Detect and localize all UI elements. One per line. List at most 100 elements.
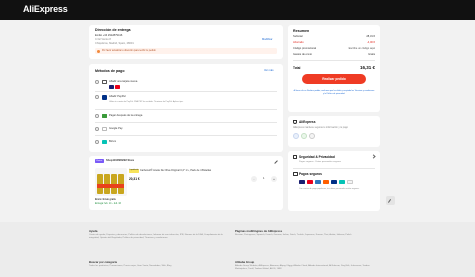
security-title[interactable]: Seguridad & Privacidad [299, 155, 335, 159]
payment-method-label: Añadir PayPal [109, 94, 126, 98]
footer-col-title: Buscar por categoría [89, 260, 117, 264]
product-clearance-badge-text: Liquidación [129, 168, 139, 171]
divider [95, 122, 277, 123]
payment-method-bizum[interactable]: Bizum [89, 138, 283, 146]
bizum-badge [339, 180, 345, 184]
maestro-badge [323, 180, 329, 184]
summary-label: Código promocional [293, 47, 317, 50]
payment-method-label: Google Pay [109, 126, 123, 130]
plus-button[interactable]: + [271, 176, 277, 182]
pencil-icon [387, 198, 392, 203]
divider [293, 60, 375, 61]
radio[interactable] [95, 95, 99, 99]
floating-edit-button[interactable] [386, 196, 395, 205]
promo-code-input[interactable]: Escribe un código aquí [349, 47, 375, 51]
footer-col-title: Alibaba Group [235, 260, 255, 264]
store-choice-badge: Choice [95, 159, 104, 163]
address-city: Chiquiticos, Madrid, Spain, 28001 [95, 42, 134, 45]
radio[interactable] [95, 127, 99, 131]
footer-col-text[interactable]: Todos los productos, Promociones, Precio… [89, 265, 229, 268]
footer-col-text[interactable]: Russian, Portuguese, Spanish, French, Ge… [235, 234, 375, 237]
radio[interactable] [95, 140, 99, 144]
summary-label: Subtotal [293, 35, 303, 38]
summary-label: Gastos de envío [293, 53, 312, 56]
payment-view-all-link[interactable]: Ver más [264, 69, 274, 73]
payment-method-pay-later[interactable]: Pagar después de la entrega [89, 112, 283, 120]
payment-method-label: Pagar después de la entrega [109, 113, 143, 117]
address-warning: Por favor actualiza tu dirección para re… [95, 48, 277, 54]
quantity-value[interactable]: 1 [263, 177, 264, 181]
product-clearance-badge: Liquidación [129, 169, 139, 173]
amex-badge [315, 180, 321, 184]
payment-method-label: Añadir una tarjeta nueva [109, 79, 138, 83]
quantity-stepper: − 1 + [251, 176, 277, 182]
visa-badge [299, 180, 305, 184]
footer: Ayuda Centro de ayuda, Disputas y denunc… [0, 222, 475, 277]
divider [95, 109, 277, 110]
footer-col-text[interactable]: Alibaba Group Website, AliExpress, Alima… [235, 265, 375, 272]
product-title[interactable]: Carbonell® Aceite De Oliva Original 0,4°… [140, 169, 211, 173]
gpay-badge [347, 180, 353, 184]
edit-icon[interactable] [272, 158, 278, 164]
payment-title: Métodos de pago [95, 69, 125, 73]
paypal-icon [102, 94, 107, 100]
security-sub: Pagos seguros · Datos personales seguros [299, 161, 341, 163]
google-pay-icon [102, 127, 107, 131]
footer-col-title: Páginas multilingües de AliExpress [235, 229, 283, 233]
minus-button[interactable]: − [251, 176, 257, 182]
divider [293, 168, 375, 169]
summary-legal: Al hacer clic en Realizar pedido, confir… [293, 90, 375, 95]
summary-value: 28,31 € [366, 35, 375, 38]
place-order-button[interactable]: Realizar pedido [302, 74, 366, 84]
mastercard-badge [115, 85, 120, 89]
payment-card: Métodos de pago Ver más Añadir una tarje… [89, 64, 283, 152]
trust-title: AliExpress [299, 119, 316, 124]
payment-method-paypal[interactable]: Añadir PayPal Utiliza tu cuenta de PayPa… [89, 93, 283, 107]
item-card: Choice Shop1104663292 Store Liquidación … [89, 156, 283, 210]
store-name[interactable]: Shop1104663292 Store [106, 159, 134, 163]
product-price: 20,31 € [129, 177, 140, 181]
total-label: Total [293, 66, 301, 70]
trust-text: AliExpress mantiene seguras tu informaci… [293, 127, 348, 129]
payment-method-new-card[interactable]: Añadir una tarjeta nueva [89, 78, 283, 90]
summary-label: Ahorrado [293, 41, 304, 44]
summary-value: Gratis [368, 53, 375, 56]
payment-method-google-pay[interactable]: Google Pay [89, 125, 283, 133]
radio[interactable] [95, 114, 99, 118]
summary-title: Resumen [293, 29, 310, 33]
visa-badge [109, 85, 114, 89]
secure-payments-text: Con socios de pago populares, tus datos … [299, 188, 360, 190]
address-warning-text: Por favor actualiza tu dirección para re… [102, 49, 156, 52]
trust-card: AliExpress AliExpress mantiene seguras t… [288, 116, 380, 147]
footer-col-text[interactable]: Centro de ayuda, Disputas y denuncias, P… [89, 234, 229, 241]
delivery-shipping: Envío: Envío gratis [95, 199, 116, 201]
product-image[interactable] [95, 168, 127, 196]
card-icon [102, 80, 107, 84]
trust-logo-icon [301, 133, 307, 139]
bizum-icon [102, 140, 107, 144]
trust-logo-icon [309, 133, 315, 139]
address-card: Dirección de entrega Emilio +34 29128794… [89, 25, 283, 59]
chevron-right-icon[interactable] [371, 154, 376, 159]
footer-col-title: Ayuda [89, 229, 98, 233]
divider [95, 135, 277, 136]
total-value: 16,31 € [359, 65, 375, 70]
top-header: AliExpress [0, 0, 475, 20]
card-icon [293, 172, 298, 176]
summary-card: Resumen Subtotal 28,31 € Ahorrado -4,00 … [288, 25, 380, 112]
divider [95, 91, 277, 92]
info-icon [97, 49, 100, 53]
delivery-date: Entrega: feb. 14 – feb. 16 [95, 203, 121, 205]
radio[interactable] [95, 80, 99, 84]
paypal-badge [331, 180, 337, 184]
mastercard-badge [307, 180, 313, 184]
shield-icon [293, 120, 297, 124]
address-change-link[interactable]: Modificar [262, 38, 273, 42]
aliexpress-logo[interactable]: AliExpress [23, 4, 68, 14]
lock-icon [293, 155, 297, 159]
place-order-label: Realizar pedido [322, 77, 346, 81]
summary-value: -4,00 € [366, 41, 375, 44]
store-choice-badge-text: Choice [96, 159, 103, 162]
product-label [97, 184, 124, 188]
security-card: Seguridad & Privacidad Pagos seguros · D… [288, 151, 380, 211]
